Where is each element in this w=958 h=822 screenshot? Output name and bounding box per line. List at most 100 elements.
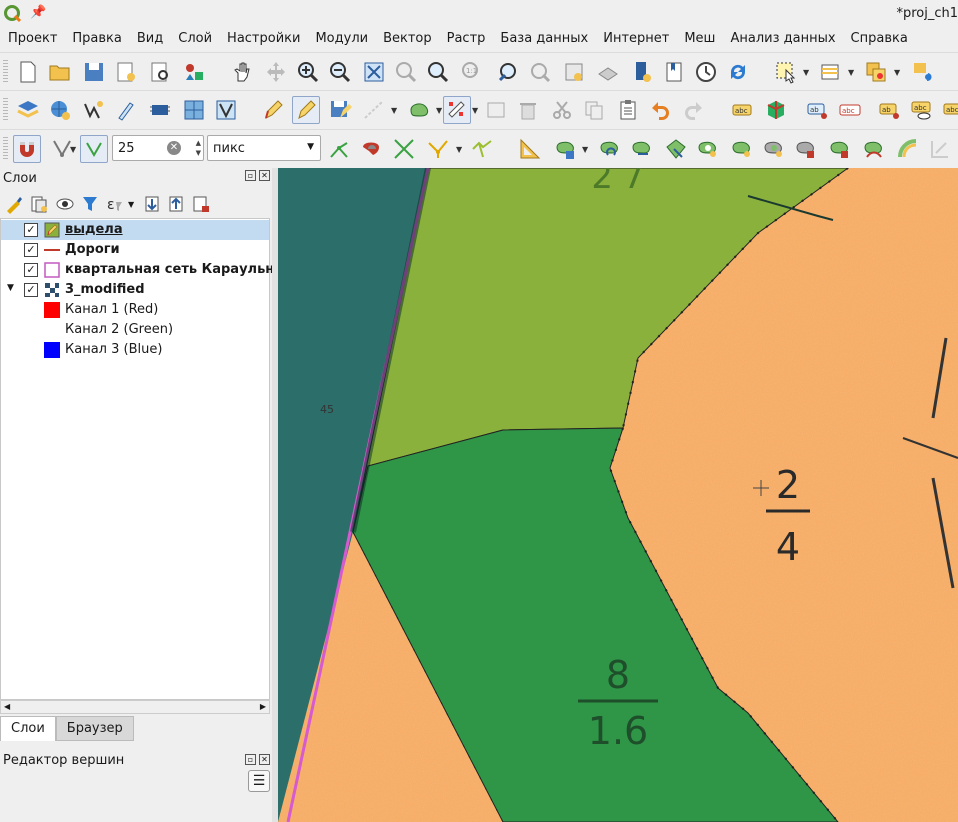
move-label-icon[interactable]: abc — [940, 96, 958, 124]
tracing-icon[interactable] — [424, 135, 452, 163]
open-project-icon[interactable] — [46, 58, 74, 86]
toolbar-grip[interactable] — [3, 137, 8, 161]
snap-tolerance-spinbox[interactable]: 25 ✕ ▲ ▼ — [112, 135, 204, 161]
copy-features-icon[interactable] — [580, 96, 608, 124]
toggle-editing-icon[interactable] — [292, 96, 320, 124]
map-canvas[interactable]: 45 2 4 8 1.6 27 — [278, 168, 958, 822]
layer-styling-icon[interactable] — [4, 194, 24, 214]
deselect-dropdown-arrow-icon[interactable]: ▼ — [894, 68, 902, 77]
add-delimited-text-icon[interactable] — [112, 96, 140, 124]
modify-attributes-icon[interactable] — [482, 96, 510, 124]
toolbar-grip[interactable] — [3, 98, 8, 122]
clear-value-icon[interactable]: ✕ — [167, 141, 181, 155]
undo-icon[interactable] — [646, 96, 674, 124]
hamburger-menu-icon[interactable]: ☰ — [248, 770, 270, 792]
snap-units-select[interactable]: пикс ▼ — [207, 135, 321, 161]
menu-vector[interactable]: Вектор — [375, 29, 439, 51]
filter-legend-icon[interactable] — [80, 194, 100, 214]
toolbar-grip[interactable] — [3, 60, 8, 84]
pan-map-icon[interactable] — [228, 58, 256, 86]
float-panel-icon[interactable]: ▫ — [245, 754, 256, 765]
cut-features-icon[interactable] — [548, 96, 576, 124]
bookmarks-icon[interactable] — [660, 58, 688, 86]
shape-dropdown-arrow-icon[interactable]: ▼ — [582, 145, 590, 154]
layer-visibility-checkbox[interactable]: ✓ — [24, 263, 38, 277]
snap-mode-icon[interactable] — [80, 135, 108, 163]
vertex-dropdown-arrow-icon[interactable]: ▼ — [472, 106, 480, 115]
expression-dropdown-arrow-icon[interactable]: ▼ — [128, 200, 134, 209]
add-raster-layer-icon[interactable] — [180, 96, 208, 124]
scale-feature-icon[interactable] — [628, 135, 656, 163]
zoom-last-icon[interactable] — [494, 58, 522, 86]
zoom-to-layer-icon[interactable] — [424, 58, 452, 86]
style-manager-icon[interactable] — [180, 58, 208, 86]
advanced-digitizing-icon[interactable] — [516, 135, 544, 163]
menu-layer[interactable]: Слой — [170, 29, 219, 51]
fill-ring-icon[interactable] — [760, 135, 788, 163]
snap-type-dropdown-arrow-icon[interactable]: ▼ — [70, 145, 78, 154]
filter-by-expression-icon[interactable]: ε — [104, 194, 124, 214]
expand-all-icon[interactable] — [142, 194, 162, 214]
add-part-icon[interactable] — [728, 135, 756, 163]
self-snapping-icon[interactable] — [390, 135, 418, 163]
delete-selected-icon[interactable] — [514, 96, 542, 124]
layer-labeling-icon[interactable]: abc — [728, 96, 756, 124]
menu-web[interactable]: Интернет — [595, 29, 676, 51]
rotate-feature-icon[interactable] — [596, 135, 624, 163]
layer-visibility-checkbox[interactable]: ✓ — [24, 283, 38, 297]
offset-curve-icon[interactable] — [894, 135, 922, 163]
save-edits-icon[interactable] — [326, 96, 354, 124]
spin-arrows-icon[interactable]: ▲ ▼ — [196, 138, 201, 158]
add-group-icon[interactable] — [29, 194, 49, 214]
enable-tracing-icon[interactable] — [468, 135, 496, 163]
menu-analysis[interactable]: Анализ данных — [722, 29, 842, 51]
zoom-full-icon[interactable] — [360, 58, 388, 86]
show-hide-label-icon[interactable]: abc — [908, 96, 936, 124]
redo-icon[interactable] — [680, 96, 708, 124]
layer-row-roads[interactable]: ✓ Дороги — [1, 240, 269, 260]
manage-visibility-icon[interactable] — [55, 194, 75, 214]
layer-row-raster[interactable]: ▼ ✓ 3_modified — [1, 280, 269, 300]
zoom-to-selection-icon[interactable] — [392, 58, 420, 86]
scroll-left-icon[interactable]: ◀ — [4, 702, 10, 711]
layer-diagram-icon[interactable] — [762, 96, 790, 124]
refresh-icon[interactable] — [724, 58, 752, 86]
shape-digitizing-icon[interactable] — [552, 135, 580, 163]
layer-visibility-checkbox[interactable]: ✓ — [24, 223, 38, 237]
scroll-right-icon[interactable]: ▶ — [260, 702, 266, 711]
add-layer-icon[interactable] — [46, 96, 74, 124]
tab-layers[interactable]: Слои — [0, 716, 56, 741]
layer-row-vydela[interactable]: ✓ выдела — [1, 220, 269, 240]
pin-label-icon[interactable]: ab — [876, 96, 904, 124]
split-features-icon[interactable] — [926, 135, 954, 163]
add-vector-layer-icon[interactable] — [80, 96, 108, 124]
new-project-icon[interactable] — [14, 58, 42, 86]
menu-project[interactable]: Проект — [0, 29, 64, 51]
map-tips-icon[interactable] — [908, 58, 936, 86]
menu-database[interactable]: База данных — [492, 29, 595, 51]
temporal-controller-icon[interactable] — [692, 58, 720, 86]
zoom-in-icon[interactable] — [294, 58, 322, 86]
tab-browser[interactable]: Браузер — [55, 716, 134, 741]
deselect-features-icon[interactable] — [862, 58, 890, 86]
add-ring-icon[interactable] — [694, 135, 722, 163]
add-gps-layer-icon[interactable] — [146, 96, 174, 124]
add-polygon-icon[interactable] — [406, 96, 434, 124]
collapse-all-icon[interactable] — [166, 194, 186, 214]
layer-visibility-checkbox[interactable]: ✓ — [24, 243, 38, 257]
delete-ring-icon[interactable] — [792, 135, 820, 163]
simplify-feature-icon[interactable] — [662, 135, 690, 163]
layer-row-kvartal[interactable]: ✓ квартальная сеть Караульное — [1, 260, 292, 280]
menu-mesh[interactable]: Меш — [676, 29, 722, 51]
close-panel-icon[interactable]: ✕ — [259, 170, 270, 181]
new-spatial-bookmark-icon[interactable] — [560, 58, 588, 86]
select-dropdown-arrow-icon[interactable]: ▼ — [803, 68, 811, 77]
menu-view[interactable]: Вид — [129, 29, 170, 51]
close-panel-icon[interactable]: ✕ — [259, 754, 270, 765]
toggle-label-display-icon[interactable]: abc — [836, 96, 864, 124]
paste-features-icon[interactable] — [614, 96, 642, 124]
delete-part-icon[interactable] — [826, 135, 854, 163]
topological-editing-icon[interactable] — [326, 135, 354, 163]
zoom-out-icon[interactable] — [326, 58, 354, 86]
menu-raster[interactable]: Растр — [439, 29, 493, 51]
